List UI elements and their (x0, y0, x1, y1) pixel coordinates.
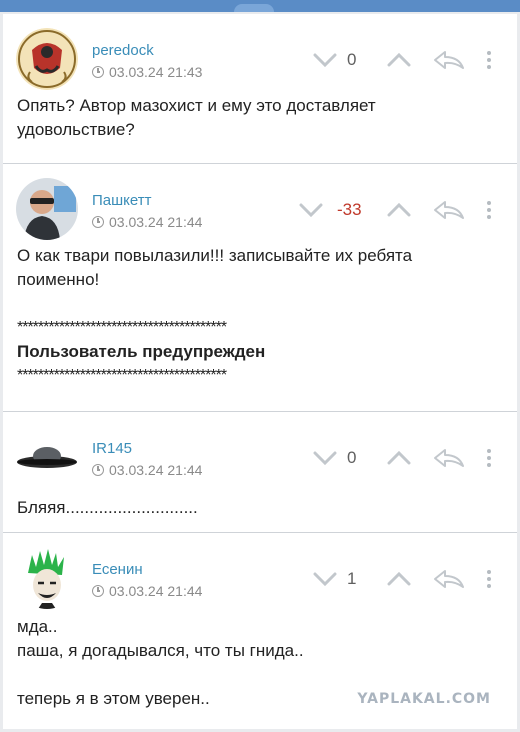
score: 0 (347, 448, 357, 467)
comment-item: Есенин 03.03.24 21:44 1 мда.. паша, я до… (3, 533, 517, 729)
vote-up-icon[interactable] (385, 446, 413, 470)
comment-line: удовольствие? (17, 120, 135, 139)
timestamp-text: 03.03.24 21:44 (109, 462, 203, 478)
clock-icon (92, 66, 104, 78)
comment-line: О как твари повылазили!!! записывайте их… (17, 246, 413, 265)
avatar[interactable] (16, 426, 78, 488)
comment-actions: 0 (311, 446, 497, 470)
comment-item: Пашкетт 03.03.24 21:44 -33 О как твари п… (3, 164, 517, 412)
username[interactable]: IR145 (92, 440, 132, 457)
comment-line: поименно! (17, 270, 100, 289)
reply-icon[interactable] (431, 446, 467, 470)
more-options-icon[interactable] (481, 48, 497, 72)
vote-down-icon[interactable] (297, 198, 325, 222)
separator-stars: **************************************** (17, 319, 227, 336)
comment-line: Опять? Автор мазохист и ему это доставля… (17, 96, 376, 115)
avatar[interactable] (16, 28, 78, 90)
username[interactable]: peredock (92, 42, 154, 59)
timestamp-text: 03.03.24 21:44 (109, 214, 203, 230)
site-watermark: YAPLAKAL.COM (357, 691, 491, 707)
comment-text: О как твари повылазили!!! записывайте их… (3, 244, 517, 402)
timestamp-text: 03.03.24 21:44 (109, 583, 203, 599)
timestamp: 03.03.24 21:44 (92, 214, 202, 230)
avatar[interactable] (16, 178, 78, 240)
comment-line: мда.. (17, 617, 58, 636)
clock-icon (92, 585, 104, 597)
comment-text: мда.. паша, я догадывался, что ты гнида.… (3, 613, 517, 725)
warning-label: Пользователь предупрежден (17, 342, 266, 361)
spacer-line (17, 292, 503, 316)
username[interactable]: Есенин (92, 561, 143, 578)
score: 0 (347, 50, 357, 69)
comment-actions: -33 (297, 198, 497, 222)
timestamp: 03.03.24 21:43 (92, 64, 202, 80)
timestamp: 03.03.24 21:44 (92, 583, 202, 599)
top-bar (0, 0, 520, 12)
comment-text: Опять? Автор мазохист и ему это доставля… (3, 94, 517, 156)
reply-icon[interactable] (431, 198, 467, 222)
comment-feed: peredock 03.03.24 21:43 0 Опять? Автор м… (0, 14, 520, 729)
more-options-icon[interactable] (481, 446, 497, 470)
vote-down-icon[interactable] (311, 48, 339, 72)
more-options-icon[interactable] (481, 198, 497, 222)
comment-item: peredock 03.03.24 21:43 0 Опять? Автор м… (3, 14, 517, 164)
reply-icon[interactable] (431, 567, 467, 591)
avatar[interactable] (16, 547, 78, 609)
score: -33 (337, 200, 362, 219)
vote-up-icon[interactable] (385, 567, 413, 591)
vote-down-icon[interactable] (311, 446, 339, 470)
spacer-line (17, 663, 503, 687)
username[interactable]: Пашкетт (92, 192, 151, 209)
comment-actions: 1 (311, 567, 497, 591)
comment-item: IR145 03.03.24 21:44 0 Бляяя............… (3, 412, 517, 533)
vote-up-icon[interactable] (385, 198, 413, 222)
vote-up-icon[interactable] (385, 48, 413, 72)
clock-icon (92, 216, 104, 228)
comment-text: Бляяя............................ (3, 492, 517, 534)
timestamp-text: 03.03.24 21:43 (109, 64, 203, 80)
vote-down-icon[interactable] (311, 567, 339, 591)
separator-stars: **************************************** (17, 367, 227, 384)
more-options-icon[interactable] (481, 567, 497, 591)
clock-icon (92, 464, 104, 476)
comment-actions: 0 (311, 48, 497, 72)
comment-line: Бляяя............................ (17, 498, 198, 517)
comment-line: паша, я догадывался, что ты гнида.. (17, 641, 304, 660)
score: 1 (347, 569, 357, 588)
reply-icon[interactable] (431, 48, 467, 72)
timestamp: 03.03.24 21:44 (92, 462, 202, 478)
top-bar-notch (234, 4, 274, 12)
